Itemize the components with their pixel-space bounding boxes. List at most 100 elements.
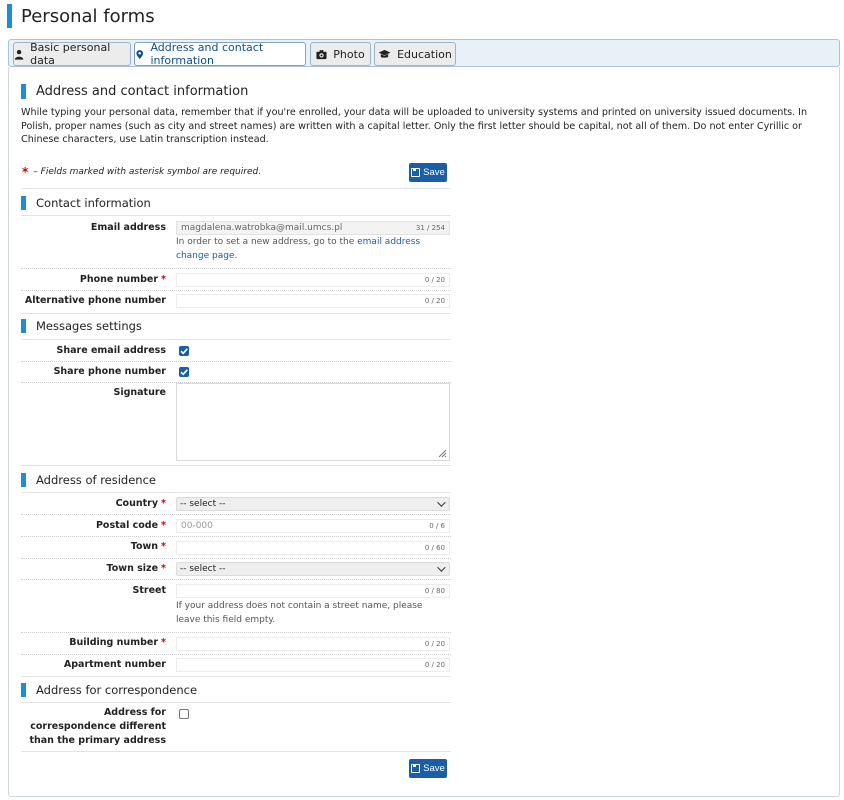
alt-phone-label: Alternative phone number: [24, 295, 166, 306]
messages-section-heading: Messages settings: [21, 319, 142, 333]
char-counter: 31 / 254: [415, 224, 445, 232]
signature-label: Signature: [113, 387, 166, 398]
char-counter: 0 / 80: [424, 587, 445, 595]
char-counter: 0 / 20: [424, 640, 445, 648]
phone-input[interactable]: 0 / 20: [176, 273, 450, 287]
divider: [21, 215, 451, 216]
map-marker-icon: [136, 49, 144, 59]
tab-label: Basic personal data: [30, 41, 111, 67]
email-label: Email address: [90, 222, 166, 233]
postal-code-placeholder: 00-000: [181, 521, 213, 531]
apartment-number-label: Apartment number: [63, 659, 166, 670]
divider: [21, 268, 451, 269]
divider: [21, 751, 451, 752]
section-accent-bar: [21, 84, 26, 99]
section-title: Messages settings: [36, 319, 142, 333]
building-number-label: Building number *: [69, 637, 166, 648]
section-accent-bar: [21, 473, 26, 487]
street-label: Street: [132, 585, 167, 596]
divider: [21, 676, 451, 677]
postal-code-input[interactable]: 00-000 0 / 6: [176, 519, 450, 533]
section-title: Address of residence: [36, 473, 156, 487]
tab-label: Education: [397, 47, 452, 61]
residence-section-heading: Address of residence: [21, 473, 156, 487]
divider: [21, 702, 451, 703]
save-button-top[interactable]: Save: [409, 163, 447, 182]
town-size-label: Town size *: [106, 563, 166, 574]
section-title: Address and contact information: [36, 84, 249, 99]
chevron-down-icon: [437, 498, 446, 507]
tab-label: Photo: [333, 47, 365, 61]
required-note: * – Fields marked with asterisk symbol a…: [22, 165, 261, 179]
camera-icon: [316, 49, 327, 59]
divider: [21, 492, 451, 493]
phone-label: Phone number *: [79, 274, 166, 285]
divider: [21, 514, 451, 515]
divider: [21, 632, 451, 633]
section-title: Contact information: [36, 196, 151, 210]
divider: [21, 465, 451, 466]
save-icon: [411, 764, 421, 773]
share-phone-label: Share phone number: [53, 366, 166, 377]
share-phone-checkbox[interactable]: [179, 367, 189, 377]
save-icon: [411, 168, 421, 177]
main-section-heading: Address and contact information: [21, 84, 248, 99]
section-accent-bar: [21, 196, 26, 210]
share-email-checkbox[interactable]: [179, 346, 189, 356]
tab-bar: Basic personal data Address and contact …: [8, 39, 840, 67]
tab-education[interactable]: Education: [374, 42, 456, 66]
section-accent-bar: [21, 683, 26, 697]
town-size-select[interactable]: -- select --: [176, 562, 450, 576]
tab-basic-personal-data[interactable]: Basic personal data: [13, 41, 131, 67]
email-field: magdalena.watrobka@mail.umcs.pl 31 / 254: [176, 221, 450, 235]
save-button-bottom[interactable]: Save: [409, 759, 447, 778]
section-title: Address for correspondence: [36, 683, 198, 697]
title-accent-bar: [7, 4, 12, 28]
alt-phone-input[interactable]: 0 / 20: [176, 294, 450, 308]
email-help: In order to set a new address, go to the…: [176, 237, 421, 261]
divider: [21, 579, 451, 580]
char-counter: 0 / 60: [424, 544, 445, 552]
town-input[interactable]: 0 / 60: [176, 541, 450, 555]
tab-photo[interactable]: Photo: [310, 42, 371, 66]
correspondence-different-checkbox[interactable]: [179, 709, 189, 719]
divider: [21, 313, 451, 314]
street-help: If your address does not contain a stree…: [176, 601, 423, 625]
apartment-number-input[interactable]: 0 / 20: [176, 658, 450, 672]
building-number-input[interactable]: 0 / 20: [176, 637, 450, 651]
correspondence-different-label: Address for correspondence different tha…: [29, 707, 166, 746]
divider: [21, 654, 451, 655]
tab-label: Address and contact information: [150, 41, 264, 67]
correspondence-section-heading: Address for correspondence: [21, 683, 197, 697]
divider: [21, 536, 451, 537]
contact-section-heading: Contact information: [21, 196, 151, 210]
char-counter: 0 / 6: [429, 522, 445, 530]
page-header: Personal forms: [7, 4, 155, 28]
char-counter: 0 / 20: [424, 276, 445, 284]
checkmark-icon: [180, 369, 188, 376]
user-icon: [14, 49, 24, 60]
town-size-selected-value: -- select --: [180, 564, 226, 574]
intro-text: While typing your personal data, remembe…: [21, 107, 808, 145]
signature-textarea[interactable]: [176, 383, 450, 461]
street-input[interactable]: 0 / 80: [176, 584, 450, 598]
graduation-cap-icon: [378, 49, 391, 58]
divider: [21, 188, 451, 189]
divider: [21, 290, 451, 291]
tab-address-contact[interactable]: Address and contact information: [134, 41, 306, 67]
share-email-label: Share email address: [56, 345, 166, 356]
email-value: magdalena.watrobka@mail.umcs.pl: [181, 223, 343, 233]
required-star: *: [22, 165, 29, 179]
country-selected-value: -- select --: [180, 499, 226, 509]
divider: [21, 339, 451, 340]
country-label: Country *: [115, 498, 166, 509]
section-accent-bar: [21, 319, 26, 333]
save-label: Save: [423, 763, 445, 774]
country-select[interactable]: -- select --: [176, 497, 450, 511]
chevron-down-icon: [437, 563, 446, 572]
save-label: Save: [423, 167, 445, 178]
checkmark-icon: [180, 348, 188, 355]
char-counter: 0 / 20: [424, 661, 445, 669]
char-counter: 0 / 20: [424, 297, 445, 305]
resize-grip-icon[interactable]: [438, 449, 447, 458]
